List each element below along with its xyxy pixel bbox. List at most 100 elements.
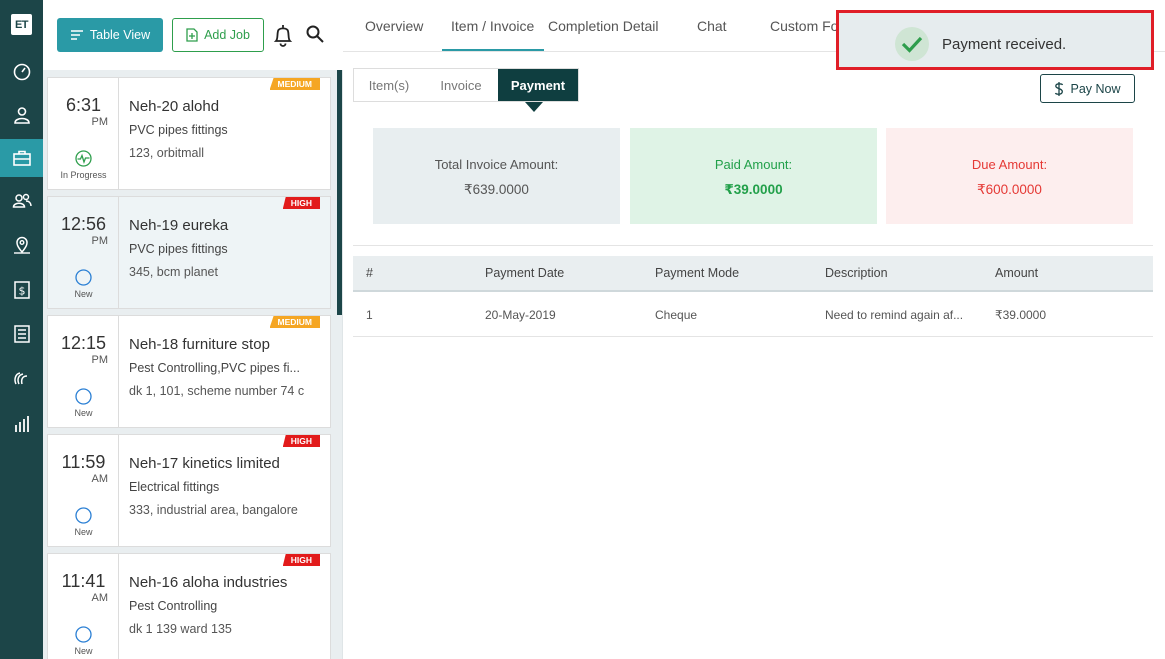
priority-badge: MEDIUM bbox=[269, 316, 320, 328]
rail-billing[interactable]: $ bbox=[0, 271, 43, 309]
bell-icon[interactable] bbox=[272, 23, 294, 47]
job-service: Pest Controlling bbox=[129, 599, 218, 613]
col-payment-mode: Payment Mode bbox=[655, 266, 740, 280]
job-time: 12:56 bbox=[60, 214, 107, 234]
priority-badge: HIGH bbox=[282, 554, 320, 566]
job-ampm: AM bbox=[91, 592, 109, 604]
dollar-icon: $ bbox=[13, 281, 30, 299]
pay-now-label: Pay Now bbox=[1070, 81, 1121, 96]
app-logo[interactable]: ET bbox=[11, 14, 32, 35]
rail-jobs[interactable] bbox=[0, 139, 43, 177]
rail-users[interactable] bbox=[0, 96, 43, 134]
new-status-icon bbox=[75, 626, 92, 643]
due-amount-value: ₹600.0000 bbox=[977, 182, 1042, 197]
active-tab-indicator bbox=[442, 49, 544, 51]
job-list-panel: Table View Add Job 6:31 PM In Progress N… bbox=[43, 0, 343, 659]
success-toast[interactable]: Payment received. bbox=[836, 10, 1154, 70]
job-status: New bbox=[74, 408, 93, 418]
table-row[interactable]: 1 20-May-2019 Cheque Need to remind agai… bbox=[353, 293, 1153, 337]
job-status: In Progress bbox=[60, 170, 107, 180]
job-time-block: 6:31 PM In Progress bbox=[48, 78, 119, 189]
tab-custom-fields[interactable]: Custom Fo bbox=[770, 18, 838, 34]
in-progress-icon bbox=[75, 150, 92, 167]
tab-item-invoice[interactable]: Item / Invoice bbox=[451, 18, 534, 34]
payments-table-header: # Payment Date Payment Mode Description … bbox=[353, 256, 1153, 292]
job-card[interactable]: 11:41 AM New Neh-16 aloha industries Pes… bbox=[47, 553, 331, 659]
col-description: Description bbox=[825, 266, 888, 280]
search-icon[interactable] bbox=[305, 24, 325, 44]
job-detail-panel: Overview Item / Invoice Completion Detai… bbox=[343, 0, 1165, 659]
job-card-selected[interactable]: 12:56 PM New Neh-19 eureka PVC pipes fit… bbox=[47, 196, 331, 309]
svg-text:$: $ bbox=[18, 285, 25, 298]
pay-now-button[interactable]: Pay Now bbox=[1040, 74, 1135, 103]
due-amount-card: Due Amount: ₹600.0000 bbox=[886, 128, 1133, 224]
map-pin-icon bbox=[13, 236, 30, 254]
tab-completion-detail[interactable]: Completion Detail bbox=[548, 18, 659, 34]
cell-amount: ₹39.0000 bbox=[995, 308, 1047, 322]
job-service: Pest Controlling,PVC pipes fi... bbox=[129, 361, 300, 375]
job-time: 6:31 bbox=[65, 95, 102, 115]
list-scrollbar-thumb[interactable] bbox=[337, 70, 342, 315]
job-time-block: 12:56 PM New bbox=[48, 197, 119, 308]
subtab-items[interactable]: Item(s) bbox=[354, 69, 424, 101]
total-invoice-value: ₹639.0000 bbox=[464, 182, 529, 197]
job-address: 345, bcm planet bbox=[129, 265, 218, 279]
total-invoice-card: Total Invoice Amount: ₹639.0000 bbox=[373, 128, 620, 224]
job-title: Neh-16 aloha industries bbox=[129, 574, 288, 591]
tab-chat[interactable]: Chat bbox=[697, 18, 727, 34]
menu-lines-icon bbox=[70, 30, 83, 40]
user-icon bbox=[13, 107, 30, 124]
dashboard-icon bbox=[13, 63, 30, 81]
priority-badge: HIGH bbox=[282, 197, 320, 209]
rail-list[interactable] bbox=[0, 315, 43, 353]
job-ampm: AM bbox=[91, 473, 109, 485]
add-job-button[interactable]: Add Job bbox=[172, 18, 264, 52]
job-card[interactable]: 12:15 PM New Neh-18 furniture stop Pest … bbox=[47, 315, 331, 428]
job-ampm: PM bbox=[91, 235, 109, 247]
job-title: Neh-20 alohd bbox=[129, 98, 220, 115]
job-service: PVC pipes fittings bbox=[129, 123, 228, 137]
job-card[interactable]: 6:31 PM In Progress Neh-20 alohd PVC pip… bbox=[47, 77, 331, 190]
briefcase-icon bbox=[12, 150, 31, 166]
col-payment-date: Payment Date bbox=[485, 266, 565, 280]
job-time: 11:59 bbox=[61, 452, 106, 472]
rail-team[interactable] bbox=[0, 182, 43, 220]
list-toolbar: Table View Add Job bbox=[43, 0, 343, 70]
rail-map[interactable] bbox=[0, 226, 43, 264]
subtab-invoice[interactable]: Invoice bbox=[424, 69, 498, 101]
users-icon bbox=[12, 193, 32, 208]
rail-dashboard[interactable] bbox=[0, 53, 43, 91]
job-card[interactable]: 11:59 AM New Neh-17 kinetics limited Ele… bbox=[47, 434, 331, 547]
add-job-label: Add Job bbox=[204, 28, 250, 42]
job-ampm: PM bbox=[91, 116, 109, 128]
rail-chat[interactable] bbox=[0, 359, 43, 397]
job-time-block: 11:59 AM New bbox=[48, 435, 119, 546]
subtab-payment[interactable]: Payment bbox=[498, 69, 578, 101]
job-status: New bbox=[74, 289, 93, 299]
job-status: New bbox=[74, 527, 93, 537]
priority-badge: HIGH bbox=[282, 435, 320, 447]
invoice-subtabs: Item(s) Invoice Payment bbox=[353, 68, 579, 102]
job-service: PVC pipes fittings bbox=[129, 242, 228, 256]
job-title: Neh-17 kinetics limited bbox=[129, 455, 280, 472]
check-circle-icon bbox=[895, 27, 929, 61]
table-view-label: Table View bbox=[89, 28, 151, 42]
chat-icon bbox=[13, 372, 27, 385]
job-service: Electrical fittings bbox=[129, 480, 220, 494]
job-address: 123, orbitmall bbox=[129, 146, 205, 160]
section-divider bbox=[353, 245, 1153, 246]
dollar-icon bbox=[1055, 81, 1064, 96]
table-view-button[interactable]: Table View bbox=[57, 18, 163, 52]
add-file-icon bbox=[186, 28, 198, 42]
app-root: ET $ Table View Add Job 6:31 PM In Progr… bbox=[0, 0, 1165, 659]
new-status-icon bbox=[75, 388, 92, 405]
cell-description: Need to remind again af... bbox=[825, 308, 964, 322]
job-ampm: PM bbox=[91, 354, 109, 366]
job-time-block: 12:15 PM New bbox=[48, 316, 119, 427]
job-address: dk 1 139 ward 135 bbox=[129, 622, 232, 636]
tab-overview[interactable]: Overview bbox=[365, 18, 423, 34]
col-amount: Amount bbox=[995, 266, 1039, 280]
job-title: Neh-18 furniture stop bbox=[129, 336, 270, 353]
rail-reports[interactable] bbox=[0, 405, 43, 443]
col-index: # bbox=[366, 266, 373, 280]
